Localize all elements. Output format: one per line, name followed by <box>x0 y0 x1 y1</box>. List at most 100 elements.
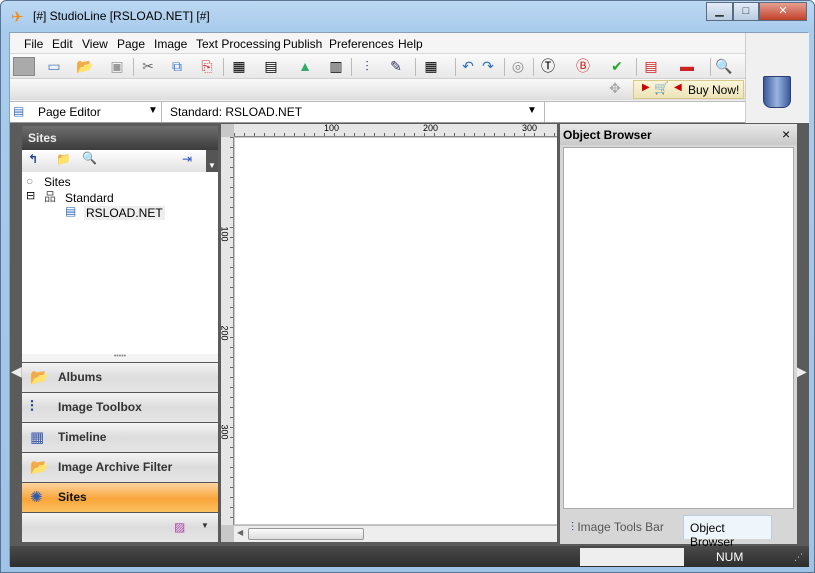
image-icon[interactable]: ▲ <box>294 57 316 76</box>
replace-icon[interactable]: Ⓑ <box>572 57 594 76</box>
tree-group-standard[interactable]: Standard <box>65 191 114 205</box>
cut-icon[interactable]: ✂ <box>137 57 159 76</box>
nav-label: Albums <box>58 370 103 384</box>
move-icon[interactable]: ✥ <box>604 79 626 98</box>
menu-file[interactable]: File <box>24 37 43 51</box>
vertical-ruler: 100 200 300 <box>219 137 234 525</box>
close-icon[interactable]: × <box>782 126 790 142</box>
trash-bin[interactable] <box>745 33 809 123</box>
sitemap-icon: 品 <box>44 190 57 204</box>
status-bar: NUM ⋰ <box>10 546 809 567</box>
scrollbar-thumb[interactable] <box>248 528 364 540</box>
save-icon[interactable]: ▣ <box>106 57 128 76</box>
menu-view[interactable]: View <box>82 37 108 51</box>
menu-text-processing[interactable]: Text Processing <box>196 37 281 51</box>
tab-image-tools-bar[interactable]: ⫶ Image Tools Bar <box>565 515 682 539</box>
buy-now-label: Buy Now! <box>688 83 740 97</box>
ruler-label: 100 <box>219 226 230 242</box>
chevron-down-icon[interactable]: ▼ <box>201 521 209 530</box>
page-select-value: Standard: RSLOAD.NET <box>170 105 303 119</box>
num-lock-indicator: NUM <box>716 550 744 564</box>
trash-icon <box>763 76 791 108</box>
layout-icon[interactable]: ▦ <box>228 57 250 76</box>
align-icon[interactable]: ▤ <box>640 57 662 76</box>
menu-help[interactable]: Help <box>398 37 423 51</box>
eyedropper-icon[interactable]: ✎ <box>385 57 407 76</box>
blank-button[interactable] <box>13 57 35 76</box>
export-icon[interactable]: ⇥ <box>182 152 192 166</box>
cart-icon: 🛒 <box>654 81 669 95</box>
preview-icon[interactable]: ▤ <box>260 57 282 76</box>
page-canvas[interactable] <box>235 138 557 524</box>
nav-label: Image Toolbox <box>58 400 142 414</box>
collapse-icon[interactable]: ⊟ <box>26 189 35 202</box>
grid-icon[interactable]: ▦ <box>420 57 442 76</box>
page-icon[interactable]: ▥ <box>325 57 347 76</box>
collapse-left-icon[interactable]: ◀ <box>11 363 22 380</box>
page-select[interactable]: Standard: RSLOAD.NET ▼ <box>163 102 545 122</box>
folder-icon: 📂 <box>30 369 49 386</box>
up-level-icon[interactable]: ↰ <box>28 152 38 166</box>
sites-tree: ○ Sites ⊟ 品 Standard ▤ RSLOAD.NET <box>22 172 218 354</box>
view-select[interactable]: ▤ Page Editor ▼ <box>10 102 162 122</box>
resize-grip-icon[interactable]: ⋰ <box>794 552 803 563</box>
sliders-icon: ⫶ <box>30 398 34 415</box>
minimize-button[interactable]: ▁ <box>706 2 733 21</box>
menu-publish[interactable]: Publish <box>283 37 322 51</box>
selector-row: ▤ Page Editor ▼ Standard: RSLOAD.NET ▼ <box>10 101 745 123</box>
object-browser-title: Object Browser <box>563 128 652 142</box>
maximize-button[interactable]: □ <box>733 2 759 21</box>
tree-page-rsload[interactable]: RSLOAD.NET <box>84 206 165 220</box>
tree-root[interactable]: Sites <box>44 175 71 189</box>
nav-timeline[interactable]: ▦ Timeline <box>22 422 218 452</box>
undo-icon[interactable]: ↶ <box>457 57 479 76</box>
horizontal-scrollbar[interactable]: ◀ <box>234 525 557 542</box>
new-folder-icon[interactable]: 📁 <box>56 152 71 166</box>
menu-preferences[interactable]: Preferences <box>329 37 394 51</box>
tab-label: Image Tools Bar <box>577 520 664 534</box>
view-select-value: Page Editor <box>38 105 101 119</box>
splitter-handle[interactable]: ••••• <box>22 353 218 362</box>
ruler-label: 100 <box>324 123 340 133</box>
redo-icon[interactable]: ↷ <box>477 57 499 76</box>
nav-options-bar: ▨ ▼ <box>22 512 218 542</box>
nav-image-toolbox[interactable]: ⫶ Image Toolbox <box>22 392 218 422</box>
ruler-label: 200 <box>423 123 439 133</box>
nav-image-archive-filter[interactable]: 📂 Image Archive Filter <box>22 452 218 482</box>
toolbar-menu-icon[interactable]: ▼ <box>206 150 218 172</box>
ruler-label: 300 <box>219 424 230 440</box>
distribute-icon[interactable]: ▬ <box>676 57 698 76</box>
buy-now-button[interactable]: ▶ 🛒 ◀ Buy Now! <box>633 80 744 99</box>
page-icon: ▤ <box>65 204 77 218</box>
sliders-icon[interactable]: ⫶ <box>356 57 378 76</box>
configure-icon[interactable]: ▨ <box>174 520 185 534</box>
app-icon: ✈ <box>11 9 24 26</box>
tab-object-browser[interactable]: Object Browser <box>683 515 772 549</box>
nav-label: Timeline <box>58 430 107 444</box>
close-button[interactable]: ✕ <box>759 2 807 21</box>
new-icon[interactable]: ▭ <box>43 57 65 76</box>
nav-sites[interactable]: ✺ Sites <box>22 482 218 512</box>
calendar-icon: ▦ <box>30 429 45 446</box>
object-browser-content <box>563 147 794 509</box>
paste-icon[interactable]: ⎘ <box>196 57 218 76</box>
spellcheck-icon[interactable]: ✔ <box>606 57 628 76</box>
disc-icon[interactable]: ◎ <box>507 57 529 76</box>
collapse-right-icon[interactable]: ▶ <box>796 363 807 380</box>
copy-icon[interactable]: ⧉ <box>166 57 188 76</box>
scroll-left-icon[interactable]: ◀ <box>237 528 243 537</box>
open-folder-icon[interactable]: 📂 <box>74 57 96 76</box>
ruler-label: 200 <box>219 325 230 341</box>
menu-edit[interactable]: Edit <box>52 37 73 51</box>
menu-page[interactable]: Page <box>117 37 145 51</box>
text-search-icon[interactable]: Ⓣ <box>537 57 559 76</box>
sites-panel-title: Sites <box>22 126 218 150</box>
nav-label: Image Archive Filter <box>58 460 173 474</box>
sites-icon: ✺ <box>30 489 43 506</box>
nav-albums[interactable]: 📂 Albums <box>22 362 218 392</box>
search-icon[interactable]: 🔍 <box>82 151 97 165</box>
page-editor-canvas: 100 200 300 100 200 300 ◀ <box>219 123 557 542</box>
zoom-icon[interactable]: 🔍 <box>713 57 735 76</box>
menu-image[interactable]: Image <box>154 37 187 51</box>
nav-label: Sites <box>58 490 87 504</box>
